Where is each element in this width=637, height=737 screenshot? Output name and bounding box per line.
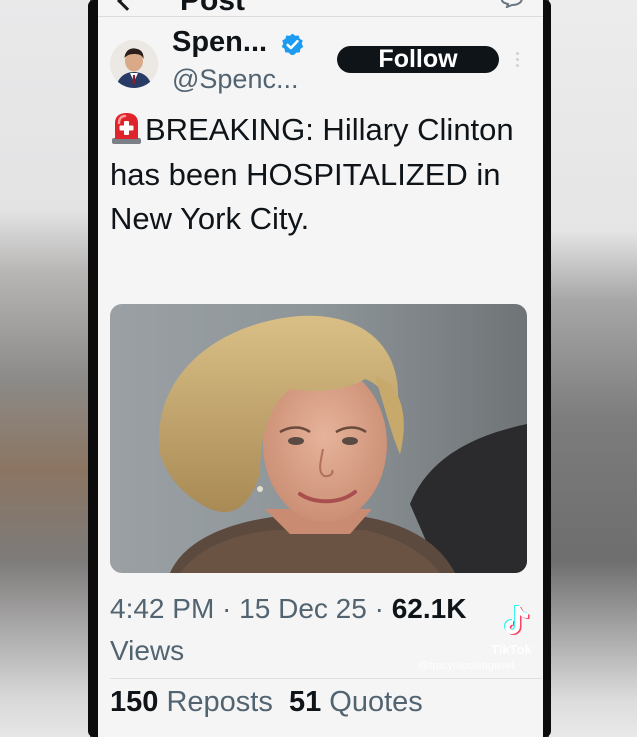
back-arrow-icon[interactable]	[117, 0, 137, 11]
quotes-label: Quotes	[329, 686, 423, 718]
post-screen: Post Spen... @Spenc... Follow BREAKING: …	[98, 0, 543, 737]
tiktok-username-watermark: @tracynicoleagain4	[418, 660, 515, 672]
author-handle[interactable]: @Spenc...	[172, 64, 298, 95]
author-name[interactable]: Spen...	[172, 26, 267, 59]
stats-divider	[110, 678, 542, 679]
post-photo[interactable]	[110, 304, 527, 573]
background-right-blur	[549, 0, 637, 737]
views-count: 62.1K	[391, 593, 467, 624]
reposts-label: Reposts	[166, 686, 273, 718]
rotating-siren-icon	[112, 113, 141, 144]
header-divider	[98, 16, 543, 17]
follow-button[interactable]: Follow	[337, 46, 499, 73]
views-label: Views	[110, 635, 185, 666]
more-options-icon[interactable]	[516, 52, 520, 68]
tiktok-logo-icon	[504, 605, 530, 635]
quotes-count: 51	[288, 686, 322, 718]
engagement-stats: 150 Reposts 51 Quotes	[110, 686, 423, 719]
reposts-count: 150	[110, 686, 159, 718]
post-time: 4:42 PM	[110, 593, 215, 624]
avatar[interactable]	[110, 40, 158, 88]
background-left-blur	[0, 0, 90, 737]
quotes-link[interactable]: 51 Quotes	[289, 686, 423, 718]
post-date: 15 Dec 25	[239, 593, 367, 624]
post-body-text: BREAKING: Hillary Clinton has been HOSPI…	[110, 112, 514, 236]
verified-badge-icon	[281, 33, 304, 56]
reposts-link[interactable]: 150 Reposts	[110, 686, 273, 718]
reply-icon[interactable]	[499, 0, 525, 8]
top-bar: Post	[98, 0, 543, 17]
tiktok-brand-watermark: TikTok	[491, 642, 532, 657]
post-text: BREAKING: Hillary Clinton has been HOSPI…	[110, 108, 520, 242]
